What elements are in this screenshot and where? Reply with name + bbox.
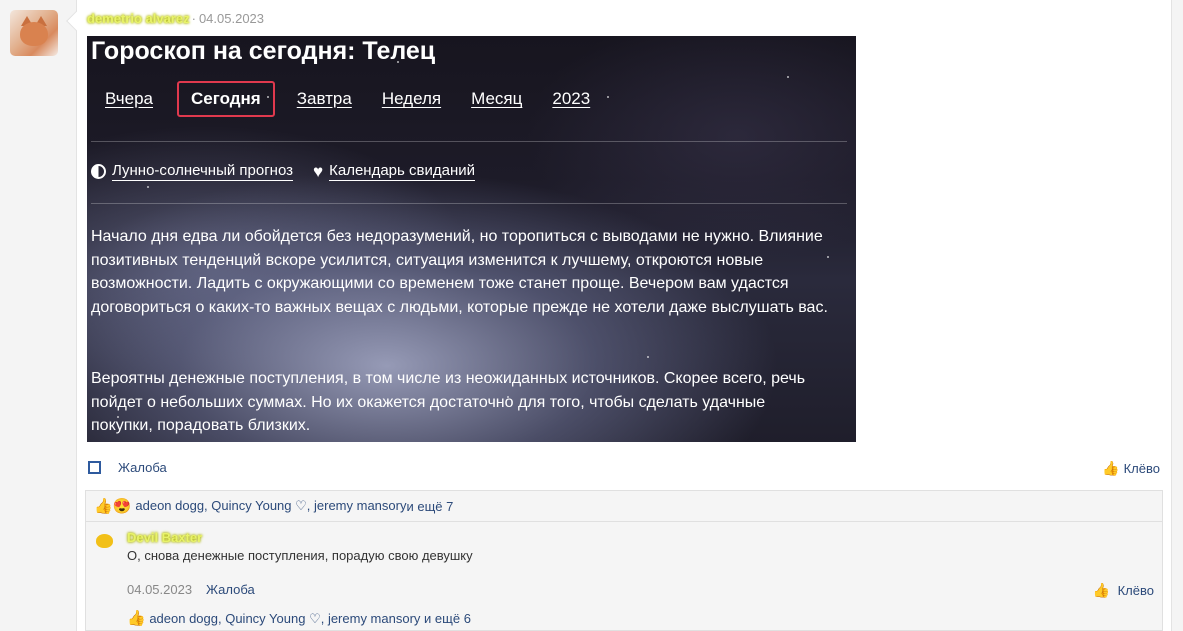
- love-emoji-icon: 😍: [112, 498, 132, 515]
- post-meta: demetrio alvarez · 04.05.2023: [87, 11, 264, 26]
- avatar-cat-face: [20, 22, 48, 46]
- author-avatar[interactable]: [10, 10, 58, 56]
- reactions-more[interactable]: и ещё 7: [406, 499, 453, 514]
- comment-like-button[interactable]: 👍 Клёво: [1093, 582, 1154, 599]
- tab-month[interactable]: Месяц: [457, 82, 536, 116]
- thumbs-up-icon: 👍: [1102, 460, 1120, 476]
- lunar-forecast-link[interactable]: Лунно-солнечный прогноз: [91, 162, 294, 181]
- horoscope-image: Гороскоп на сегодня: Телец Вчера Сегодня…: [87, 36, 856, 442]
- moon-icon: [91, 164, 106, 179]
- comment-date: 04.05.2023: [127, 582, 193, 597]
- post-author[interactable]: demetrio alvarez: [87, 11, 190, 26]
- tab-today[interactable]: Сегодня: [177, 81, 275, 117]
- like-emoji-icon: 👍: [94, 498, 113, 515]
- like-emoji-icon: 👍: [127, 610, 146, 627]
- horoscope-links: Лунно-солнечный прогноз ♥ Календарь свид…: [91, 162, 495, 181]
- reactions-names[interactable]: adeon dogg, Quincy Young ♡, jeremy manso…: [135, 498, 406, 514]
- comment-complaint-link[interactable]: Жалоба: [206, 582, 255, 597]
- post-reactions[interactable]: 👍 😍 adeon dogg, Quincy Young ♡, jeremy m…: [85, 490, 1163, 521]
- post-card: demetrio alvarez · 04.05.2023 Гороскоп на …: [76, 0, 1172, 631]
- tab-yesterday[interactable]: Вчера: [91, 82, 167, 116]
- tab-tomorrow[interactable]: Завтра: [283, 82, 366, 116]
- post-like-button[interactable]: 👍 Клёво: [1102, 460, 1160, 477]
- post-date: 04.05.2023: [198, 11, 265, 26]
- comment-reactions-names[interactable]: adeon dogg, Quincy Young ♡, jeremy manso…: [149, 611, 420, 626]
- post-complaint[interactable]: Жалоба: [88, 460, 167, 475]
- horoscope-title: Гороскоп на сегодня: Телец: [91, 37, 436, 65]
- dating-calendar-label: Календарь свиданий: [329, 162, 475, 181]
- comment-reactions[interactable]: 👍 adeon dogg, Quincy Young ♡, jeremy man…: [127, 609, 471, 627]
- dating-calendar-link[interactable]: ♥ Календарь свиданий: [313, 162, 475, 181]
- complaint-label[interactable]: Жалоба: [118, 460, 167, 475]
- tab-year[interactable]: 2023: [538, 82, 604, 116]
- tab-week[interactable]: Неделя: [368, 82, 455, 116]
- heart-icon: ♥: [313, 162, 324, 181]
- thumbs-up-icon: 👍: [1092, 582, 1110, 598]
- comment-reactions-more[interactable]: и ещё 6: [424, 611, 471, 626]
- comment-author[interactable]: Devil Baxter: [127, 530, 202, 545]
- horoscope-paragraph-2: Вероятны денежные поступления, в том чис…: [91, 370, 806, 434]
- horoscope-tabs: Вчера Сегодня Завтра Неделя Месяц 2023: [91, 80, 606, 118]
- divider: [91, 141, 847, 142]
- comment: Devil Baxter О, снова денежные поступлен…: [85, 521, 1163, 631]
- complaint-checkbox[interactable]: [88, 461, 101, 474]
- horoscope-paragraph-1: Начало дня едва ли обойдется без недораз…: [91, 228, 828, 316]
- scrollbar[interactable]: [1172, 0, 1183, 631]
- comment-like-label: Клёво: [1117, 583, 1154, 598]
- like-label: Клёво: [1123, 461, 1160, 476]
- lunar-forecast-label: Лунно-солнечный прогноз: [112, 162, 294, 181]
- comment-avatar[interactable]: [96, 534, 113, 548]
- divider: [91, 203, 847, 204]
- comment-text: О, снова денежные поступления, порадую с…: [127, 548, 473, 563]
- meta-separator: ·: [191, 11, 196, 26]
